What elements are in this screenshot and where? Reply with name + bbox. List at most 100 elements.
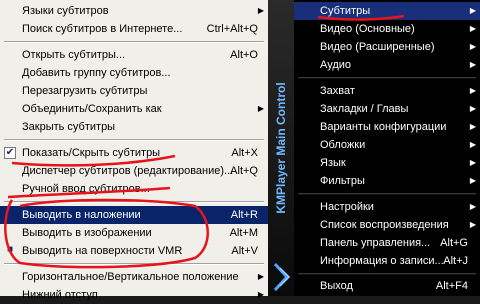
menu-separator [4,139,264,141]
menu-item-settings[interactable]: Настройки ▶ [294,198,480,216]
menu-item-shortcut: Alt+M [229,227,258,239]
menu-item-exit[interactable]: Выход Alt+F4 [294,277,480,295]
checkmark-icon: ✔ [4,147,16,159]
menu-separator [4,263,264,265]
submenu-arrow-icon: ▶ [469,60,476,69]
menu-item-shortcut: Ctrl+Alt+Q [206,23,258,35]
menu-item-label: Субтитры [320,5,371,17]
menu-separator [298,77,476,79]
submenu-arrow-icon: ▶ [257,6,264,15]
kmplayer-logo-icon [273,262,291,292]
menu-item-label: Закрыть субтитры [22,121,116,133]
menu-item-video-basic[interactable]: Видео (Основные) ▶ [294,20,480,38]
menu-item-label: Панель управления... [320,237,431,249]
menu-item-label: Выводить на поверхности VMR [22,245,183,257]
menu-separator [298,193,476,195]
submenu-arrow-icon: ▶ [257,272,264,281]
main-control-menu: Субтитры ▶ Видео (Основные) ▶ Видео (Рас… [294,0,480,296]
menu-item-record-info[interactable]: Информация о записи... Alt+J [294,252,480,270]
menu-item-shortcut: Alt+V [231,245,258,257]
menu-item-audio[interactable]: Аудио ▶ [294,56,480,74]
menu-item-subtitle-manager[interactable]: Диспетчер субтитров (редактирование)... … [0,162,268,180]
menu-item-subtitle-languages[interactable]: Языки субтитров ▶ [0,2,268,20]
menu-item-label: Видео (Расширенные) [320,41,435,53]
submenu-arrow-icon: ▶ [469,6,476,15]
menu-item-label: Варианты конфигурации [320,121,447,133]
menu-item-open-subtitles[interactable]: Открыть субтитры... Alt+O [0,46,268,64]
menu-item-label: Диспетчер субтитров (редактирование)... [22,165,234,177]
brand-vertical-title: KMPlayer Main Control [268,0,294,296]
menu-separator [298,273,476,275]
menu-item-label: Список воспроизведения [320,219,449,231]
menu-item-label: Языки субтитров [22,5,109,17]
menu-item-language[interactable]: Язык ▶ [294,154,480,172]
submenu-arrow-icon: ▶ [469,220,476,229]
menu-item-label: Открыть субтитры... [22,49,126,61]
menu-item-label: Ручной ввод субтитров... [22,183,150,195]
menu-item-label: Выход [320,280,353,292]
menu-item-label: Поиск субтитров в Интернете... [22,23,183,35]
menu-item-video-advanced[interactable]: Видео (Расширенные) ▶ [294,38,480,56]
submenu-arrow-icon: ▶ [469,158,476,167]
menu-item-skins[interactable]: Обложки ▶ [294,136,480,154]
submenu-arrow-icon: ▶ [257,104,264,113]
submenu-arrow-icon: ▶ [469,140,476,149]
menu-item-label: Аудио [320,59,352,71]
menu-item-subtitles[interactable]: Субтитры ▶ [294,2,480,20]
menu-item-label: Видео (Основные) [320,23,415,35]
submenu-arrow-icon: ▶ [469,104,476,113]
menu-item-render-image[interactable]: Выводить в изображении Alt+M [0,224,268,242]
menu-item-label: Информация о записи... [320,255,444,267]
submenu-arrow-icon: ▶ [469,42,476,51]
menu-item-playlist[interactable]: Список воспроизведения ▶ [294,216,480,234]
menu-item-shortcut: Alt+J [443,255,468,267]
menu-item-label: Язык [320,157,346,169]
menu-item-control-panel[interactable]: Панель управления... Alt+G [294,234,480,252]
menu-item-label: Захват [320,85,355,97]
menu-item-manual-subtitle-input[interactable]: Ручной ввод субтитров... [0,180,268,198]
submenu-arrow-icon: ▶ [469,202,476,211]
menu-item-label: Показать/Скрыть субтитры [22,147,161,159]
submenu-arrow-icon: ▶ [469,176,476,185]
submenu-arrow-icon: ▶ [469,86,476,95]
menu-item-show-hide-subtitles[interactable]: ✔ Показать/Скрыть субтитры Alt+X [0,144,268,162]
menu-item-capture[interactable]: Захват ▶ [294,82,480,100]
menu-item-reload-subtitles[interactable]: Перезагрузить субтитры [0,82,268,100]
menu-item-shortcut: Alt+Q [230,165,258,177]
bullet-icon: ■ [6,244,14,255]
menu-item-label: Обложки [320,139,366,151]
menu-item-label: Закладки / Главы [320,103,409,115]
menu-item-shortcut: Alt+O [230,49,258,61]
submenu-arrow-icon: ▶ [257,290,264,299]
menu-item-render-overlay[interactable]: Выводить в наложении Alt+R [0,206,268,224]
menu-item-label: Горизонтальное/Вертикальное положение [22,271,239,283]
menu-item-shortcut: Alt+G [440,237,468,249]
submenu-arrow-icon: ▶ [469,24,476,33]
menu-item-add-subtitle-group[interactable]: Добавить группу субтитров... [0,64,268,82]
menu-item-label: Настройки [320,201,374,213]
menu-item-search-online[interactable]: Поиск субтитров в Интернете... Ctrl+Alt+… [0,20,268,38]
menu-separator [4,41,264,43]
menu-separator [4,201,264,203]
menu-item-bookmarks-chapters[interactable]: Закладки / Главы ▶ [294,100,480,118]
menu-item-label: Выводить в изображении [22,227,152,239]
menu-item-label: Объединить/Сохранить как [22,103,162,115]
menu-item-shortcut: Alt+X [231,147,258,159]
menu-item-render-vmr-surface[interactable]: ■ Выводить на поверхности VMR Alt+V [0,242,268,260]
menu-item-merge-save-as[interactable]: Объединить/Сохранить как ▶ [0,100,268,118]
menu-item-close-subtitles[interactable]: Закрыть субтитры [0,118,268,136]
menu-item-shortcut: Alt+F4 [435,280,468,292]
menu-item-label: Нижний отступ [22,289,98,301]
menu-item-shortcut: Alt+R [230,209,258,221]
menu-item-label: Выводить в наложении [22,209,141,221]
menu-item-bottom-margin[interactable]: Нижний отступ ▶ [0,286,268,304]
menu-item-config-variants[interactable]: Варианты конфигурации ▶ [294,118,480,136]
subtitles-submenu: Языки субтитров ▶ Поиск субтитров в Инте… [0,0,268,301]
submenu-arrow-icon: ▶ [469,122,476,131]
menu-item-label: Фильтры [320,175,365,187]
menu-item-label: Перезагрузить субтитры [22,85,148,97]
menu-item-position[interactable]: Горизонтальное/Вертикальное положение ▶ [0,268,268,286]
menu-item-label: Добавить группу субтитров... [22,67,171,79]
menu-item-filters[interactable]: Фильтры ▶ [294,172,480,190]
brand-title-text: KMPlayer Main Control [274,82,288,214]
